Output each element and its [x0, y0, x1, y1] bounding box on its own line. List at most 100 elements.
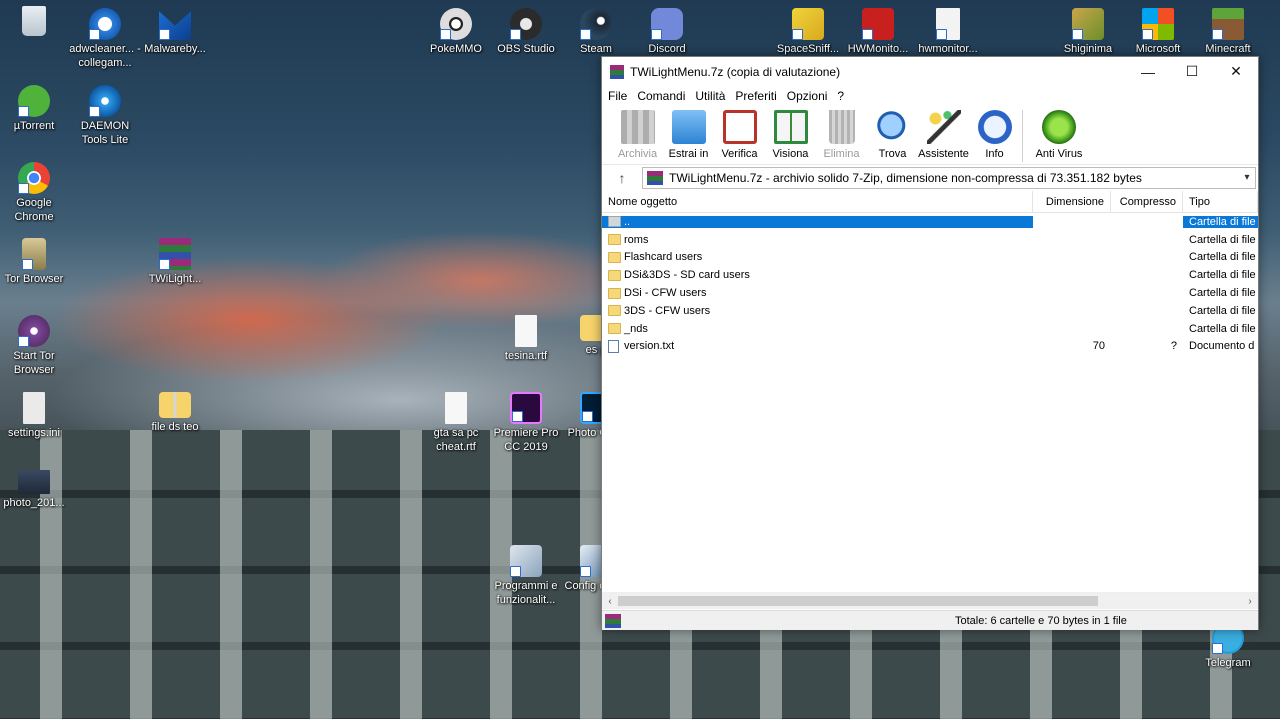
desktop-icon-obs[interactable]: OBS Studio: [488, 8, 564, 56]
close-button[interactable]: ✕: [1214, 58, 1258, 86]
view-button[interactable]: Visiona: [765, 110, 816, 160]
desktop-icon-settings-ini[interactable]: settings.ini: [0, 392, 72, 440]
extract-button[interactable]: Estrai in: [663, 110, 714, 160]
desktop-icon-label: µTorrent: [13, 120, 55, 132]
desktop-icon-discord[interactable]: Discord: [629, 8, 705, 56]
antivirus-button[interactable]: Anti Virus: [1029, 110, 1089, 160]
folder-icon: [608, 323, 621, 335]
desktop-icon-twilight-archive[interactable]: TWiLight...: [137, 238, 213, 286]
archive-button[interactable]: Archivia: [612, 110, 663, 160]
list-item[interactable]: version.txt 70 ? Documento d: [602, 338, 1258, 356]
list-item[interactable]: _nds Cartella di file: [602, 320, 1258, 338]
info-label: Info: [985, 148, 1004, 160]
desktop-icon-label: Microsoft: [1135, 43, 1181, 55]
item-type: Cartella di file: [1189, 322, 1256, 335]
scrollbar-thumb[interactable]: [618, 596, 1098, 606]
status-text: Totale: 6 cartelle e 70 bytes in 1 file: [955, 614, 1127, 627]
test-button[interactable]: Verifica: [714, 110, 765, 160]
desktop-icon-hwmonitor-file[interactable]: hwmonitor...: [910, 8, 986, 56]
desktop-icon-label: DAEMON Tools Lite: [80, 120, 130, 146]
desktop-icon-recycle-bin[interactable]: [0, 6, 72, 38]
desktop-icon-steam[interactable]: Steam: [558, 8, 634, 56]
desktop-icon-spacesniffer[interactable]: SpaceSniff...: [770, 8, 846, 56]
item-type: Cartella di file: [1189, 287, 1256, 300]
minimize-button[interactable]: —: [1126, 58, 1170, 86]
chevron-down-icon[interactable]: ▾: [1239, 172, 1255, 183]
desktop-icon-tor-browser[interactable]: Tor Browser: [0, 238, 72, 286]
desktop-icon-utorrent[interactable]: µTorrent: [0, 85, 72, 133]
column-compressed-header[interactable]: Compresso: [1111, 191, 1183, 213]
column-size-header[interactable]: Dimensione: [1033, 191, 1111, 213]
desktop-icon-label: PokeMMO: [430, 43, 482, 55]
desktop-icon-label: adwcleaner... - collegam...: [69, 43, 141, 69]
column-name-header[interactable]: Nome oggetto: [602, 191, 1033, 213]
item-name: DSi&3DS - SD card users: [624, 269, 750, 282]
find-label: Trova: [878, 148, 907, 160]
desktop-icon-file-ds-teo[interactable]: file ds teo: [137, 392, 213, 434]
settings-file-icon: [23, 392, 45, 424]
info-button[interactable]: Info: [969, 110, 1020, 160]
desktop-icon-hwmonitor[interactable]: HWMonito...: [840, 8, 916, 56]
scroll-left-icon[interactable]: ‹: [602, 593, 618, 610]
menu-comandi[interactable]: Comandi: [637, 89, 685, 103]
up-arrow-icon[interactable]: ↑: [602, 170, 642, 186]
menu-preferiti[interactable]: Preferiti: [735, 89, 776, 103]
desktop-icon-label: Tor Browser: [4, 273, 64, 285]
antivirus-bug-icon: [1042, 110, 1076, 144]
desktop-icon-start-tor[interactable]: Start Tor Browser: [0, 315, 72, 377]
view-book-icon: [773, 110, 808, 144]
delete-button[interactable]: Elimina: [816, 110, 867, 160]
item-type: Cartella di file: [1189, 233, 1256, 246]
desktop-icon-premiere[interactable]: Premiere Pro CC 2019: [488, 392, 564, 454]
desktop-icon-label: OBS Studio: [497, 43, 555, 55]
wizard-wand-icon: [926, 110, 961, 144]
desktop-icon-daemon-tools[interactable]: DAEMON Tools Lite: [67, 85, 143, 147]
desktop-icon-pokemmo[interactable]: PokeMMO: [418, 8, 494, 56]
menu-utilita[interactable]: Utilità: [695, 89, 725, 103]
desktop-icon-adwcleaner[interactable]: adwcleaner... - collegam...: [67, 8, 143, 70]
window-title: TWiLightMenu.7z (copia di valutazione): [630, 64, 841, 79]
list-item[interactable]: 3DS - CFW users Cartella di file: [602, 302, 1258, 320]
list-item[interactable]: DSi&3DS - SD card users Cartella di file: [602, 266, 1258, 284]
list-item[interactable]: roms Cartella di file: [602, 231, 1258, 249]
desktop-icon-label: Premiere Pro CC 2019: [493, 427, 559, 453]
item-name: _nds: [624, 322, 648, 335]
item-name: 3DS - CFW users: [624, 304, 711, 317]
find-button[interactable]: Trova: [867, 110, 918, 160]
antivirus-label: Anti Virus: [1035, 148, 1083, 160]
desktop-icon-gta-cheat[interactable]: gta sa pc cheat.rtf: [418, 392, 494, 454]
menu-file[interactable]: File: [608, 89, 627, 103]
column-type-header[interactable]: Tipo: [1183, 191, 1258, 213]
image-file-icon: [18, 470, 50, 494]
list-item[interactable]: Flashcard users Cartella di file: [602, 249, 1258, 267]
folder-icon: [608, 251, 621, 263]
magnifier-icon: [875, 110, 910, 144]
window-titlebar[interactable]: TWiLightMenu.7z (copia di valutazione) —…: [602, 57, 1258, 86]
address-combobox[interactable]: TWiLightMenu.7z - archivio solido 7-Zip,…: [642, 166, 1256, 189]
scroll-right-icon[interactable]: ›: [1242, 593, 1258, 610]
trash-icon: [828, 110, 855, 144]
list-item[interactable]: DSi - CFW users Cartella di file: [602, 284, 1258, 302]
desktop-icon-photo[interactable]: photo_201...: [0, 470, 72, 510]
menu-opzioni[interactable]: Opzioni: [787, 89, 828, 103]
desktop-icon-tesina[interactable]: tesina.rtf: [488, 315, 564, 363]
desktop-icon-minecraft[interactable]: Minecraft: [1190, 8, 1266, 56]
horizontal-scrollbar[interactable]: ‹ ›: [602, 592, 1258, 609]
tor-browser-icon: [22, 238, 46, 270]
parent-folder-icon: [608, 216, 621, 228]
rtf-document-icon: [515, 315, 537, 347]
wizard-button[interactable]: Assistente: [918, 110, 969, 160]
desktop-icon-programs-features[interactable]: Programmi e funzionalit...: [488, 545, 564, 607]
desktop-icon-malwarebytes[interactable]: Malwareby...: [137, 8, 213, 56]
menu-help[interactable]: ?: [837, 89, 844, 103]
minecraft-icon: [1212, 8, 1244, 40]
archive-label: Archivia: [617, 148, 658, 160]
item-type: Cartella di file: [1183, 215, 1258, 228]
desktop-icon-label: photo_201...: [3, 497, 65, 509]
desktop-icon-chrome[interactable]: Google Chrome: [0, 162, 72, 224]
item-name: DSi - CFW users: [624, 287, 707, 300]
desktop-icon-microsoft-store[interactable]: Microsoft: [1120, 8, 1196, 56]
list-item[interactable]: .. Cartella di file: [602, 213, 1258, 231]
maximize-button[interactable]: ☐: [1170, 58, 1214, 86]
desktop-icon-shiginima[interactable]: Shiginima: [1050, 8, 1126, 56]
